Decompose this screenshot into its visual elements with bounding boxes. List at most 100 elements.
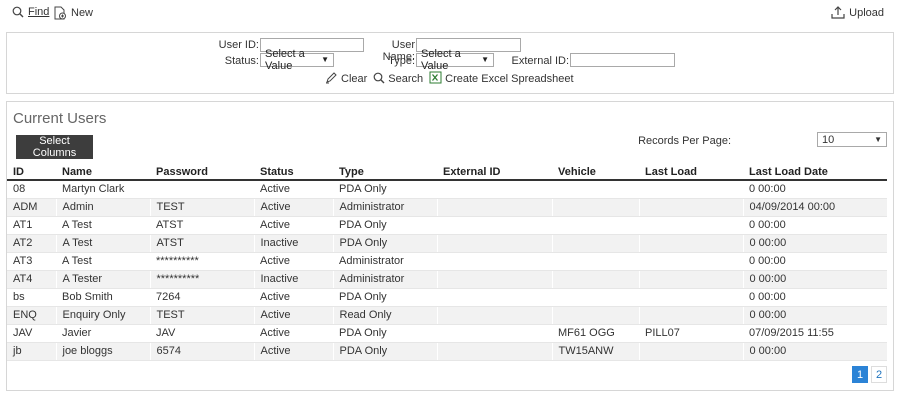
chevron-down-icon: ▼: [321, 55, 329, 64]
table-cell: TEST: [149, 197, 254, 217]
table-cell: AT2: [7, 233, 56, 253]
table-cell: Admin: [55, 197, 150, 217]
table-cell: [150, 180, 254, 198]
records-per-page-label: Records Per Page:: [638, 135, 731, 147]
search-panel: User ID: User Name: Status: Select a Val…: [6, 32, 894, 94]
table-row[interactable]: jb joe bloggs 6574 Active PDA Only TW15ANW 0 0…: [7, 341, 887, 361]
table-cell: Active: [260, 219, 290, 231]
column-header-last-load-date[interactable]: Last Load Date: [743, 165, 887, 181]
table-cell: Active: [260, 255, 290, 267]
table-row[interactable]: 08 Martyn Clark Active PDA Only 0 00:00: [7, 180, 887, 198]
table-row[interactable]: AT2 A Test ATST Inactive PDA Only 0 00:00: [7, 233, 887, 253]
column-header-type[interactable]: Type: [333, 165, 437, 181]
table-cell: [639, 252, 743, 270]
page-button-2[interactable]: 2: [871, 366, 887, 383]
upload-label: Upload: [849, 6, 884, 19]
table-cell: 07/09/2015 11:55: [749, 327, 834, 339]
table-cell: AT3: [13, 255, 33, 267]
table-cell: 0 00:00: [742, 233, 887, 253]
table-cell: [552, 216, 639, 234]
table-cell: [639, 180, 743, 198]
clear-button[interactable]: Clear: [325, 71, 367, 87]
table-cell: 0 00:00: [749, 291, 786, 303]
table-row[interactable]: AT4 A Tester ********** Inactive Administrat…: [7, 269, 887, 289]
new-label: New: [71, 7, 94, 19]
column-header-status[interactable]: Status: [254, 165, 333, 181]
table-cell: Enquiry Only: [55, 305, 150, 325]
table-row[interactable]: JAV Javier JAV Active PDA Only MF61 OGG PILL07…: [7, 324, 887, 342]
table-cell: Administrator: [332, 269, 437, 289]
user-id-label: User ID:: [218, 39, 259, 51]
table-row[interactable]: AT3 A Test ********** Active Administrator 0 …: [7, 252, 887, 270]
column-header-password[interactable]: Password: [150, 165, 254, 181]
table-cell: Martyn Clark: [62, 183, 125, 196]
table-cell: PDA Only: [332, 341, 437, 361]
table-cell: [552, 252, 639, 270]
table-cell: [552, 180, 639, 198]
type-label: Type:: [388, 55, 415, 67]
records-per-page-select[interactable]: 10 ▼: [817, 132, 887, 147]
column-header-vehicle[interactable]: Vehicle: [552, 165, 639, 181]
table-cell: [638, 197, 743, 217]
table-cell: JAV: [13, 327, 33, 339]
page-button-1[interactable]: 1: [852, 366, 868, 383]
records-per-page-value: 10: [822, 133, 835, 146]
table-cell: Active: [260, 291, 290, 303]
table-cell: [437, 252, 552, 270]
table-cell: [638, 305, 743, 325]
table-cell: [436, 233, 552, 253]
table-cell: Active: [253, 197, 333, 217]
column-header-name[interactable]: Name: [56, 165, 150, 181]
users-table: ID Name Password Status Type External ID…: [7, 165, 887, 361]
status-select[interactable]: Select a Value ▼: [260, 48, 334, 72]
table-cell: [638, 341, 743, 361]
table-cell: 0 00:00: [749, 183, 786, 196]
column-header-last-load[interactable]: Last Load: [639, 165, 743, 181]
search-button[interactable]: Search: [373, 72, 423, 87]
top-toolbar: Find New Upload: [12, 6, 888, 24]
table-cell: 6574: [149, 341, 254, 361]
table-cell: A Tester: [55, 269, 150, 289]
table-cell: 0 00:00: [749, 219, 786, 231]
table-cell: Active: [260, 183, 290, 196]
table-row[interactable]: ADM Admin TEST Active Administrator 04/09/201…: [7, 197, 887, 217]
table-cell: Administrator: [339, 255, 404, 267]
table-cell: [437, 216, 552, 234]
external-id-label: External ID:: [511, 55, 569, 67]
select-columns-button[interactable]: Select Columns: [16, 135, 93, 159]
table-cell: [436, 269, 552, 289]
table-cell: ADM: [7, 197, 56, 217]
type-select[interactable]: Select a Value ▼: [416, 48, 494, 72]
table-cell: [551, 269, 639, 289]
table-row[interactable]: AT1 A Test ATST Active PDA Only 0 00:00: [7, 216, 887, 234]
table-cell: [551, 233, 639, 253]
table-cell: [437, 288, 552, 306]
table-row[interactable]: ENQ Enquiry Only TEST Active Read Only 0 00:0…: [7, 305, 887, 325]
column-header-id[interactable]: ID: [7, 165, 56, 181]
table-row[interactable]: bs Bob Smith 7264 Active PDA Only 0 00:00: [7, 288, 887, 306]
table-cell: **********: [149, 269, 254, 289]
new-button[interactable]: New: [54, 6, 93, 20]
table-cell: Bob Smith: [62, 291, 113, 303]
table-cell: jb: [7, 341, 56, 361]
table-cell: ENQ: [7, 305, 56, 325]
table-cell: [551, 305, 639, 325]
users-panel: Current Users Select Columns Records Per…: [6, 101, 894, 391]
external-id-input[interactable]: [570, 53, 675, 67]
upload-button[interactable]: Upload: [831, 6, 884, 19]
search-actions: Clear Search Create Excel Spreadsheet: [325, 71, 574, 87]
table-cell: TEST: [149, 305, 254, 325]
type-select-value: Select a Value: [421, 48, 461, 72]
find-link[interactable]: Find: [12, 6, 49, 18]
create-excel-button[interactable]: Create Excel Spreadsheet: [429, 71, 574, 87]
pagination: 1 2: [852, 366, 887, 383]
table-cell: A Test: [55, 233, 150, 253]
table-cell: [437, 180, 552, 198]
table-cell: PDA Only: [339, 219, 387, 231]
status-select-value: Select a Value: [265, 48, 305, 72]
table-cell: [436, 197, 552, 217]
table-cell: **********: [156, 255, 199, 267]
table-cell: 0 00:00: [749, 255, 786, 267]
table-cell: Active: [253, 305, 333, 325]
column-header-external-id[interactable]: External ID: [437, 165, 552, 181]
